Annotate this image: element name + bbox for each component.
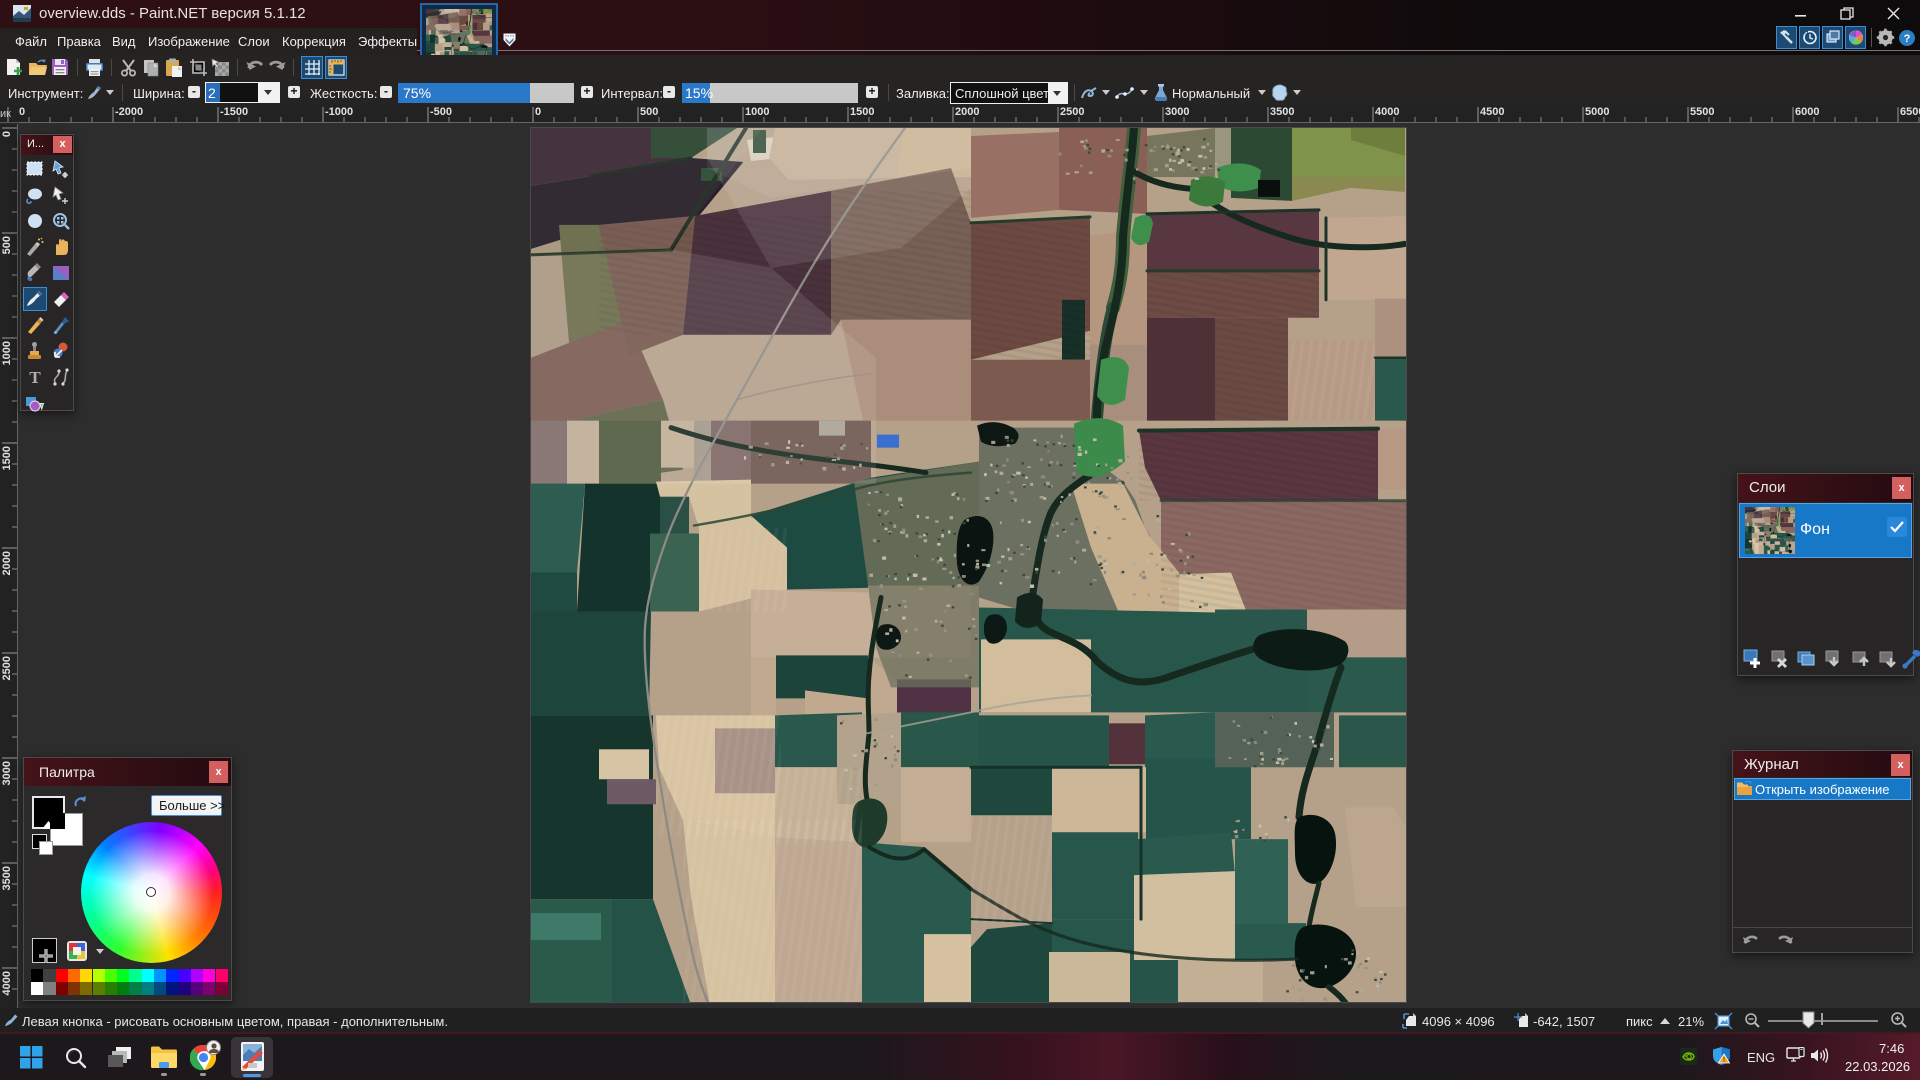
svg-text:1500: 1500 bbox=[850, 106, 874, 118]
svg-text:500: 500 bbox=[1, 236, 13, 254]
svg-text:3500: 3500 bbox=[1270, 106, 1294, 118]
svg-text:3000: 3000 bbox=[1, 761, 13, 785]
svg-text:500: 500 bbox=[640, 106, 658, 118]
svg-text:3000: 3000 bbox=[1165, 106, 1189, 118]
svg-text:4000: 4000 bbox=[1375, 106, 1399, 118]
svg-text:4000: 4000 bbox=[1, 971, 13, 995]
svg-text:1000: 1000 bbox=[1, 341, 13, 365]
svg-text:2000: 2000 bbox=[955, 106, 979, 118]
svg-text:?: ? bbox=[1904, 33, 1911, 45]
svg-text:1500: 1500 bbox=[1, 446, 13, 470]
svg-text:0: 0 bbox=[535, 106, 541, 118]
svg-text:-1500: -1500 bbox=[220, 106, 248, 118]
svg-text:2500: 2500 bbox=[1, 656, 13, 680]
svg-text:5000: 5000 bbox=[1585, 106, 1609, 118]
svg-text:0: 0 bbox=[1, 131, 13, 137]
svg-text:2000: 2000 bbox=[1, 551, 13, 575]
svg-text:2500: 2500 bbox=[1060, 106, 1084, 118]
svg-text:T: T bbox=[29, 368, 41, 387]
svg-text:4500: 4500 bbox=[1480, 106, 1504, 118]
svg-text:6500: 6500 bbox=[1900, 106, 1920, 118]
svg-text:-1000: -1000 bbox=[325, 106, 353, 118]
svg-text:6000: 6000 bbox=[1795, 106, 1819, 118]
svg-text:5500: 5500 bbox=[1690, 106, 1714, 118]
svg-text:-2000: -2000 bbox=[115, 106, 143, 118]
svg-text:1000: 1000 bbox=[745, 106, 769, 118]
svg-text:!: ! bbox=[1723, 1057, 1725, 1064]
svg-text:3500: 3500 bbox=[1, 866, 13, 890]
svg-text:-500: -500 bbox=[430, 106, 452, 118]
